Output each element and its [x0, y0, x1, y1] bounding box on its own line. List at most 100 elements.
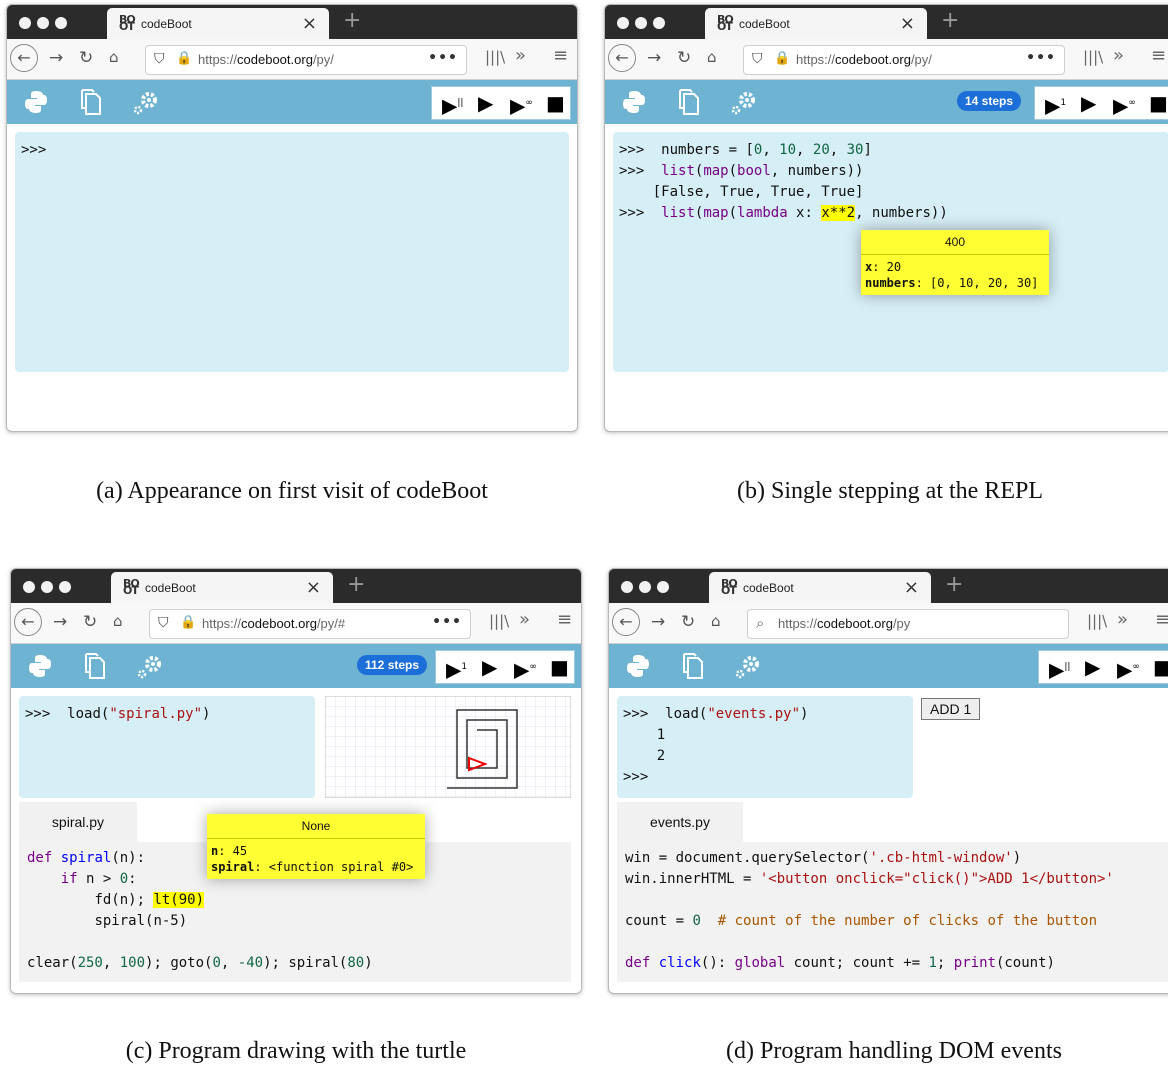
browser-tab[interactable]: BO OT codeBoot ×: [705, 8, 927, 39]
close-dot[interactable]: [19, 17, 31, 29]
back-icon[interactable]: ←: [10, 44, 38, 72]
overflow-icon[interactable]: »: [1117, 609, 1128, 630]
play-button[interactable]: ▶: [478, 92, 493, 114]
url-text: https://codeboot.org/py/#: [202, 616, 346, 631]
library-icon[interactable]: |||\: [1087, 612, 1107, 630]
nav-bar: ← → ↻ ⌂ ⛉ 🔒 https://codeboot.org/py/ •••…: [7, 39, 577, 80]
close-dot[interactable]: [23, 581, 35, 593]
reload-icon[interactable]: ↻: [79, 48, 93, 68]
python-icon[interactable]: [625, 652, 651, 680]
close-tab-icon[interactable]: ×: [306, 577, 321, 598]
new-tab-icon[interactable]: +: [941, 8, 959, 33]
editor-tab-spiral[interactable]: spiral.py: [19, 802, 137, 842]
library-icon[interactable]: |||\: [489, 612, 509, 630]
forward-icon[interactable]: →: [49, 48, 63, 68]
browser-window-b: BO OT codeBoot × + ← → ↻ ⌂ ⛉ 🔒 https://co…: [604, 4, 1168, 432]
step-button[interactable]: ▶1: [446, 656, 467, 681]
stop-button[interactable]: ■: [550, 656, 569, 678]
url-bar[interactable]: ⛉ 🔒 https://codeboot.org/py/ •••: [145, 45, 467, 75]
stop-button[interactable]: ■: [546, 92, 565, 114]
reload-icon[interactable]: ↻: [681, 612, 695, 632]
stop-button[interactable]: ■: [1153, 656, 1168, 678]
content-area: >>> load("spiral.py") spiral.py def spir…: [11, 688, 581, 992]
back-icon[interactable]: ←: [612, 608, 640, 636]
python-icon[interactable]: [27, 652, 53, 680]
close-tab-icon[interactable]: ×: [900, 13, 915, 34]
stop-button[interactable]: ■: [1149, 92, 1168, 114]
menu-icon[interactable]: ≡: [1151, 45, 1166, 66]
editor-tab-events[interactable]: events.py: [617, 802, 743, 842]
zoom-dot[interactable]: [653, 17, 665, 29]
step-button[interactable]: ▶1: [1045, 92, 1066, 117]
close-dot[interactable]: [617, 17, 629, 29]
page-actions-icon[interactable]: •••: [432, 614, 462, 630]
forward-icon[interactable]: →: [647, 48, 661, 68]
minimize-dot[interactable]: [37, 17, 49, 29]
home-icon[interactable]: ⌂: [113, 612, 123, 630]
browser-tab[interactable]: BO OT codeBoot ×: [107, 8, 329, 39]
repl-console[interactable]: >>> load("events.py") 1 2 >>>: [617, 696, 913, 798]
python-icon[interactable]: [621, 88, 647, 116]
minimize-dot[interactable]: [635, 17, 647, 29]
play-button[interactable]: ▶: [1081, 92, 1096, 114]
settings-icon[interactable]: [131, 88, 161, 116]
new-tab-icon[interactable]: +: [343, 8, 361, 33]
menu-icon[interactable]: ≡: [557, 609, 572, 630]
overflow-icon[interactable]: »: [519, 609, 530, 630]
animate-button[interactable]: ▶∞: [1117, 656, 1140, 681]
new-tab-icon[interactable]: +: [347, 572, 365, 597]
browser-tab[interactable]: BO OT codeBoot ×: [709, 572, 931, 603]
settings-icon[interactable]: [733, 652, 763, 680]
home-icon[interactable]: ⌂: [707, 48, 717, 66]
zoom-dot[interactable]: [657, 581, 669, 593]
animate-button[interactable]: ▶∞: [510, 92, 533, 117]
files-icon[interactable]: [77, 88, 103, 116]
files-icon[interactable]: [675, 88, 701, 116]
animate-button[interactable]: ▶∞: [1113, 92, 1136, 117]
browser-tab[interactable]: BO OT codeBoot ×: [111, 572, 333, 603]
reload-icon[interactable]: ↻: [677, 48, 691, 68]
step-button[interactable]: ▶||: [442, 92, 463, 117]
repl-console[interactable]: >>> load("spiral.py"): [19, 696, 315, 798]
close-tab-icon[interactable]: ×: [302, 13, 317, 34]
overflow-icon[interactable]: »: [515, 45, 526, 66]
animate-button[interactable]: ▶∞: [514, 656, 537, 681]
new-tab-icon[interactable]: +: [945, 572, 963, 597]
back-icon[interactable]: ←: [608, 44, 636, 72]
close-tab-icon[interactable]: ×: [904, 577, 919, 598]
python-icon[interactable]: [23, 88, 49, 116]
step-button[interactable]: ▶||: [1049, 656, 1070, 681]
page-actions-icon[interactable]: •••: [1026, 50, 1056, 66]
settings-icon[interactable]: [729, 88, 759, 116]
minimize-dot[interactable]: [41, 581, 53, 593]
files-icon[interactable]: [81, 652, 107, 680]
overflow-icon[interactable]: »: [1113, 45, 1124, 66]
menu-icon[interactable]: ≡: [553, 45, 568, 66]
menu-icon[interactable]: ≡: [1155, 609, 1168, 630]
browser-window-d: BO OT codeBoot × + ← → ↻ ⌂ ⌕ https://code…: [608, 568, 1168, 994]
library-icon[interactable]: |||\: [1083, 48, 1103, 66]
url-bar[interactable]: ⛉ 🔒 https://codeboot.org/py/# •••: [149, 609, 471, 639]
back-icon[interactable]: ←: [14, 608, 42, 636]
play-button[interactable]: ▶: [1085, 656, 1100, 678]
codeboot-toolbar: 112 steps ▶1 ▶ ▶∞ ■: [11, 644, 581, 688]
home-icon[interactable]: ⌂: [109, 48, 119, 66]
add-1-button[interactable]: ADD 1: [921, 698, 981, 720]
minimize-dot[interactable]: [639, 581, 651, 593]
repl-console[interactable]: >>>: [15, 132, 569, 372]
play-button[interactable]: ▶: [482, 656, 497, 678]
library-icon[interactable]: |||\: [485, 48, 505, 66]
url-bar[interactable]: ⌕ https://codeboot.org/py: [747, 609, 1069, 639]
files-icon[interactable]: [679, 652, 705, 680]
forward-icon[interactable]: →: [651, 612, 665, 632]
forward-icon[interactable]: →: [53, 612, 67, 632]
zoom-dot[interactable]: [59, 581, 71, 593]
zoom-dot[interactable]: [55, 17, 67, 29]
page-actions-icon[interactable]: •••: [428, 50, 458, 66]
reload-icon[interactable]: ↻: [83, 612, 97, 632]
code-editor[interactable]: win = document.querySelector('.cb-html-w…: [617, 842, 1168, 982]
close-dot[interactable]: [621, 581, 633, 593]
url-bar[interactable]: ⛉ 🔒 https://codeboot.org/py/ •••: [743, 45, 1065, 75]
settings-icon[interactable]: [135, 652, 165, 680]
home-icon[interactable]: ⌂: [711, 612, 721, 630]
